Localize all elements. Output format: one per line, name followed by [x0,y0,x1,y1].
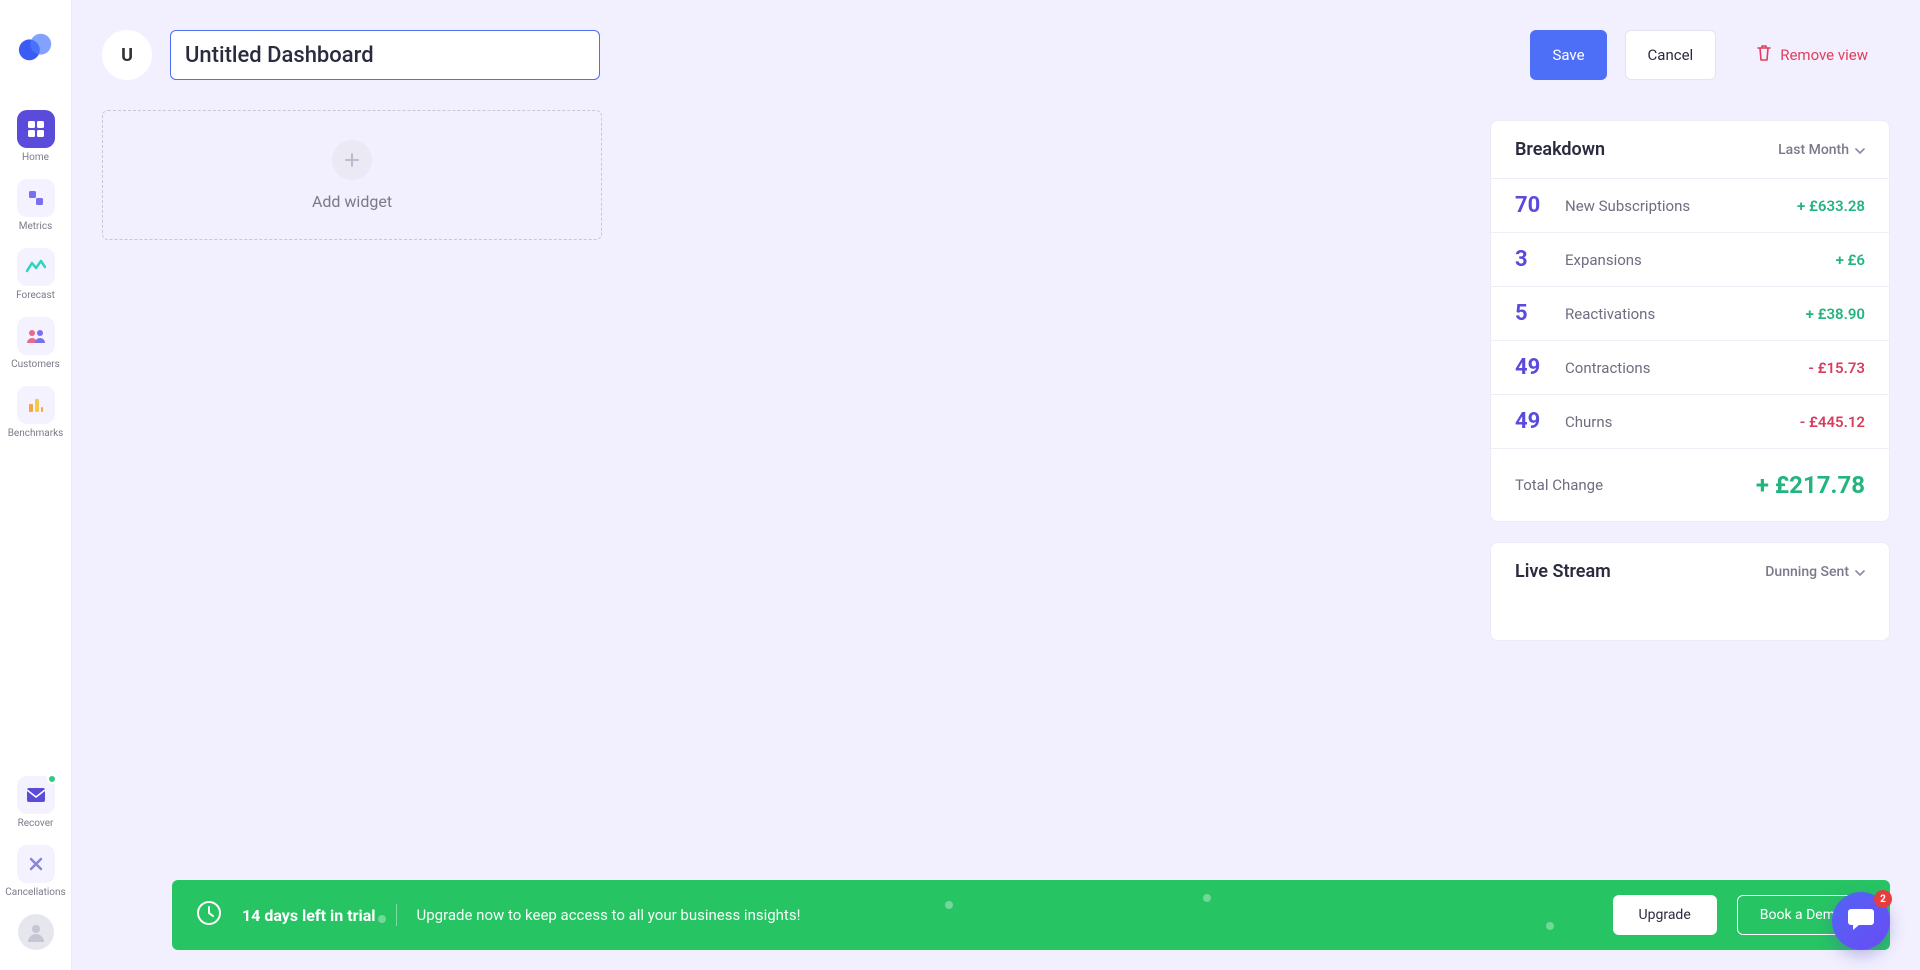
sidebar-item-cancellations[interactable]: Cancellations [0,845,71,898]
breakdown-period-label: Last Month [1778,142,1849,158]
trial-banner: 14 days left in trial Upgrade now to kee… [172,880,1890,950]
dashboard-avatar-letter: U [121,45,133,66]
breakdown-label: Reactivations [1565,305,1790,323]
sidebar-item-label: Recover [18,818,54,829]
add-widget-card[interactable]: Add widget [102,110,602,240]
breakdown-label: New Subscriptions [1565,197,1781,215]
breakdown-count: 49 [1515,409,1549,434]
breakdown-delta: - £445.12 [1800,413,1865,431]
main-area: U Save Cancel Remove view Add widget Bre… [72,0,1920,970]
breakdown-total-value: + £217.78 [1756,471,1865,499]
trial-subtext: Upgrade now to keep access to all your b… [417,906,801,924]
wave-icon [17,248,55,286]
cancel-button[interactable]: Cancel [1625,30,1717,80]
breakdown-row: 3 Expansions + £6 [1491,232,1889,286]
breakdown-title: Breakdown [1515,139,1605,160]
user-avatar[interactable] [18,914,54,950]
grid-icon [17,110,55,148]
breakdown-card: Breakdown Last Month 70 New Subscription… [1490,120,1890,522]
livestream-body [1491,600,1889,640]
people-icon [17,317,55,355]
livestream-card: Live Stream Dunning Sent [1490,542,1890,641]
chat-badge: 2 [1874,890,1892,908]
breakdown-total-row: Total Change + £217.78 [1491,448,1889,521]
sidebar-item-label: Metrics [19,221,53,232]
livestream-filter-label: Dunning Sent [1765,564,1849,580]
sidebar-item-label: Forecast [16,290,55,301]
sidebar-item-forecast[interactable]: Forecast [0,248,71,301]
trash-icon [1756,44,1772,66]
breakdown-total-label: Total Change [1515,476,1603,494]
sidebar-item-label: Customers [11,359,60,370]
save-button[interactable]: Save [1530,30,1606,80]
divider [396,904,397,926]
upgrade-button[interactable]: Upgrade [1613,895,1717,935]
topbar: U Save Cancel Remove view [102,30,1890,80]
sidebar-item-benchmarks[interactable]: Benchmarks [0,386,71,439]
breakdown-delta: + £38.90 [1806,305,1865,323]
sidebar-item-customers[interactable]: Customers [0,317,71,370]
app-logo [17,28,55,66]
breakdown-row: 5 Reactivations + £38.90 [1491,286,1889,340]
sidebar-item-label: Cancellations [5,887,65,898]
chevron-down-icon [1855,142,1865,158]
trial-headline: 14 days left in trial [242,906,376,925]
chat-launcher[interactable]: 2 [1832,892,1890,950]
breakdown-delta: - £15.73 [1808,359,1865,377]
breakdown-row: 70 New Subscriptions + £633.28 [1491,178,1889,232]
breakdown-count: 49 [1515,355,1549,380]
sidebar-item-label: Benchmarks [8,428,64,439]
breakdown-count: 3 [1515,247,1549,272]
breakdown-delta: + £6 [1836,251,1865,269]
remove-view-button[interactable]: Remove view [1734,30,1890,80]
cancel-icon [17,845,55,883]
sidebar-item-label: Home [22,152,49,163]
breakdown-count: 70 [1515,193,1549,218]
sidebar-item-home[interactable]: Home [0,110,71,163]
status-dot-icon [47,774,57,784]
breakdown-row: 49 Contractions - £15.73 [1491,340,1889,394]
clock-icon [196,900,222,930]
breakdown-delta: + £633.28 [1797,197,1865,215]
sidebar-item-recover[interactable]: Recover [0,776,71,829]
breakdown-period-select[interactable]: Last Month [1778,142,1865,158]
dashboard-title-input[interactable] [170,30,600,80]
remove-view-label: Remove view [1780,46,1868,64]
sidebar-item-metrics[interactable]: Metrics [0,179,71,232]
bars-icon [17,386,55,424]
chat-icon [1847,906,1875,936]
breakdown-label: Churns [1565,413,1784,431]
sidebar: Home Metrics Forecast Customers Benchmar… [0,0,72,970]
livestream-filter-select[interactable]: Dunning Sent [1765,564,1865,580]
chevron-down-icon [1855,564,1865,580]
breakdown-count: 5 [1515,301,1549,326]
breakdown-row: 49 Churns - £445.12 [1491,394,1889,448]
dashboard-avatar: U [102,30,152,80]
livestream-title: Live Stream [1515,561,1611,582]
squares-icon [17,179,55,217]
add-widget-label: Add widget [312,192,392,211]
plus-icon [332,140,372,180]
breakdown-label: Expansions [1565,251,1820,269]
right-column: Breakdown Last Month 70 New Subscription… [1490,120,1890,641]
breakdown-label: Contractions [1565,359,1792,377]
